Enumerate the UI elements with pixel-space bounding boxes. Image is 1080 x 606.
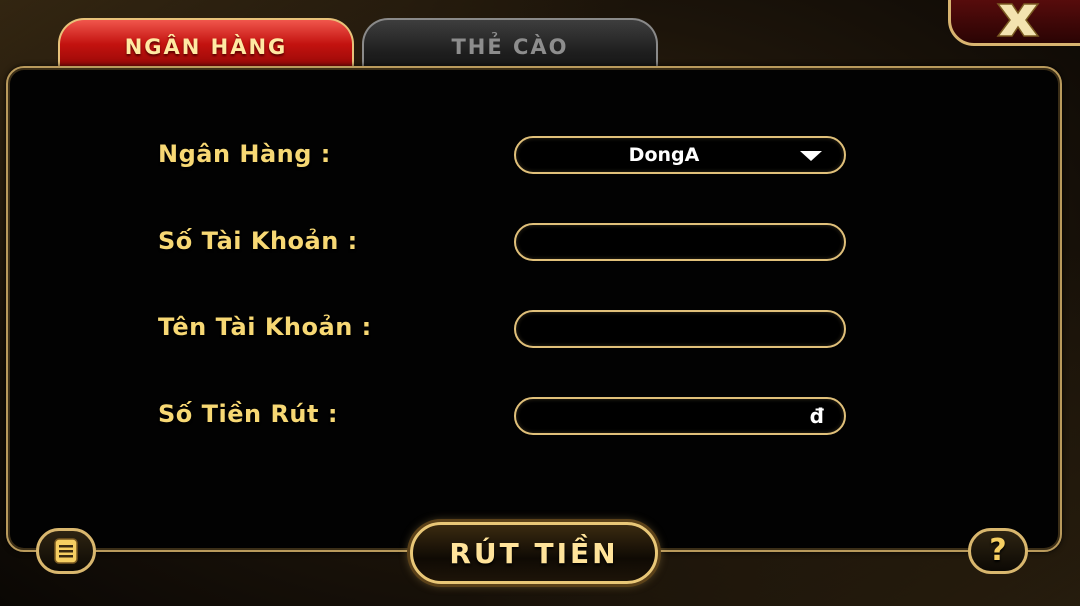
account-name-field[interactable] xyxy=(514,310,846,348)
amount-field[interactable]: đ xyxy=(514,397,846,435)
currency-symbol: đ xyxy=(809,404,824,428)
account-name-input[interactable] xyxy=(534,314,808,346)
tab-bank-label: NGÂN HÀNG xyxy=(124,35,288,59)
history-button[interactable] xyxy=(36,528,96,574)
withdraw-button-label: RÚT TIỀN xyxy=(449,536,619,570)
help-icon: ? xyxy=(989,533,1007,568)
close-icon xyxy=(996,3,1040,37)
bank-select[interactable]: DongA xyxy=(514,136,846,174)
account-number-input[interactable] xyxy=(534,227,808,259)
account-number-label: Số Tài Khoản : xyxy=(158,227,358,255)
amount-input[interactable] xyxy=(534,401,808,433)
history-list-icon xyxy=(54,538,78,564)
amount-label: Số Tiền Rút : xyxy=(158,400,338,428)
account-number-field[interactable] xyxy=(514,223,846,261)
tab-card-label: THẺ CÀO xyxy=(451,35,569,59)
bank-selected-value: DongA xyxy=(628,144,700,166)
help-button[interactable]: ? xyxy=(968,528,1028,574)
bank-label: Ngân Hàng : xyxy=(158,140,331,168)
account-name-label: Tên Tài Khoản : xyxy=(158,313,372,341)
chevron-down-icon xyxy=(800,151,822,161)
withdraw-button[interactable]: RÚT TIỀN xyxy=(410,522,658,584)
close-button[interactable] xyxy=(948,0,1080,46)
